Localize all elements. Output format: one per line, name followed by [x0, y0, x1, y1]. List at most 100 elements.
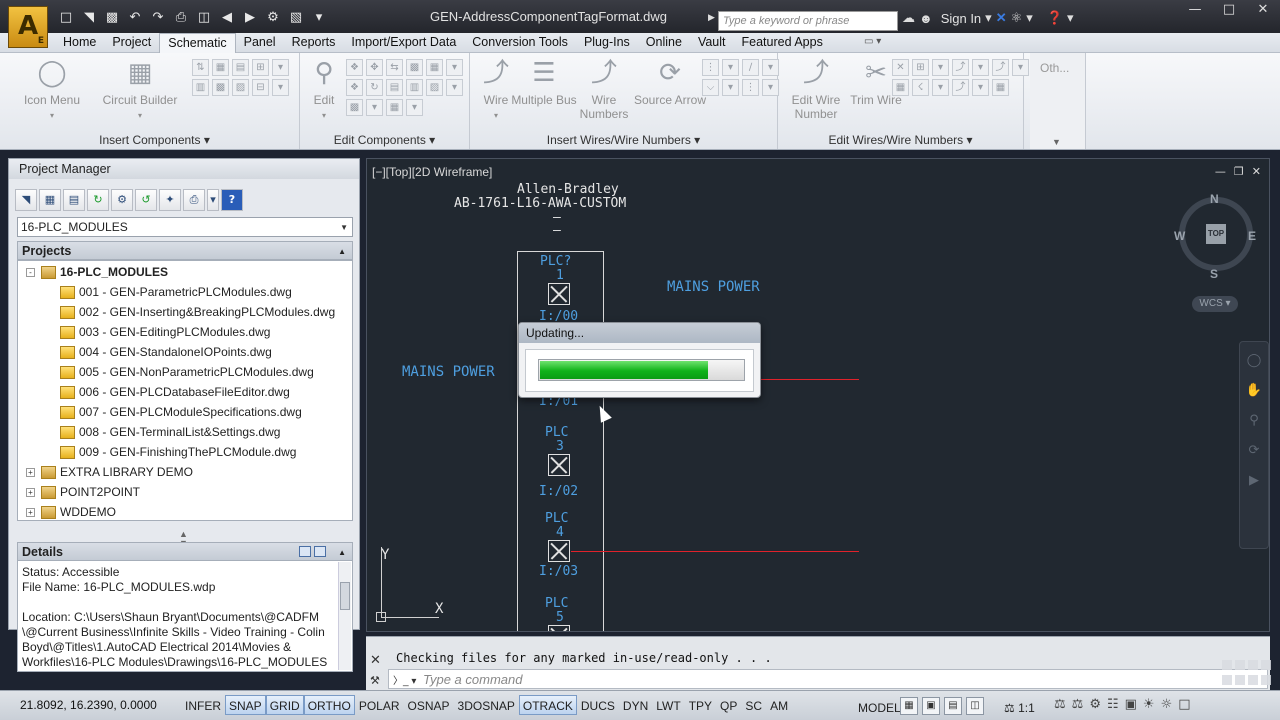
- help-icon[interactable]: ❓: [1047, 10, 1063, 26]
- binoculars-icon[interactable]: ☁: [902, 10, 915, 26]
- wire-line[interactable]: [759, 379, 859, 380]
- wcs-menu[interactable]: WCS ▾: [1192, 296, 1238, 312]
- tab-home[interactable]: Home: [55, 33, 104, 53]
- refresh-icon[interactable]: ↻: [87, 189, 109, 211]
- expand-icon[interactable]: +: [26, 507, 35, 517]
- sign-in-link[interactable]: Sign In: [941, 11, 981, 26]
- close-icon[interactable]: ✕: [370, 653, 381, 668]
- insert-tool-icon[interactable]: ▩: [212, 79, 229, 96]
- tree-drawing-item[interactable]: 001 - GEN-ParametricPLCModules.dwg: [60, 282, 292, 302]
- tab-featured-apps[interactable]: Featured Apps: [734, 33, 831, 53]
- dropdown-icon[interactable]: ▾: [1067, 10, 1074, 26]
- insert-tool-icon[interactable]: ▨: [232, 79, 249, 96]
- grid-display-icon[interactable]: ▦: [900, 697, 918, 715]
- command-input[interactable]: [423, 671, 1223, 687]
- tree-drawing-item[interactable]: 008 - GEN-TerminalList&Settings.dwg: [60, 422, 280, 442]
- tab-vault[interactable]: Vault: [690, 33, 734, 53]
- tab-schematic[interactable]: Schematic: [159, 33, 236, 53]
- tree-project-item[interactable]: + WDDEMO: [26, 502, 116, 522]
- edit-tool-icon[interactable]: ✥: [366, 59, 383, 76]
- compass-west[interactable]: W: [1174, 229, 1185, 243]
- edit-tool-icon[interactable]: ▥: [406, 79, 423, 96]
- insert-tool-icon[interactable]: ▤: [232, 59, 249, 76]
- details-section-header[interactable]: Details ▲: [17, 542, 353, 561]
- project-wide-update-icon[interactable]: ⚙: [263, 8, 283, 28]
- next-drawing-icon[interactable]: ▶: [240, 8, 260, 28]
- tab-reports[interactable]: Reports: [284, 33, 344, 53]
- quick-view-drawings-icon[interactable]: ▤: [944, 697, 962, 715]
- other-panel-expand-icon[interactable]: ▼: [1052, 137, 1061, 147]
- annotation-visibility-icon[interactable]: ⚖: [1054, 697, 1066, 712]
- source-arrow-button[interactable]: ⟳ Source Arrow: [632, 57, 708, 107]
- tree-drawing-item[interactable]: 002 - GEN-Inserting&BreakingPLCModules.d…: [60, 302, 335, 322]
- collapse-icon[interactable]: ▲: [338, 548, 346, 557]
- steering-wheel-icon[interactable]: ◯: [1243, 350, 1265, 372]
- panel-title-insert-wires[interactable]: Insert Wires/Wire Numbers: [470, 133, 777, 147]
- edit-wire-tool-icon[interactable]: ▦: [992, 79, 1009, 96]
- new-file-icon[interactable]: □: [56, 8, 76, 28]
- drawing-canvas[interactable]: [−][Top][2D Wireframe] — ❐ ✕ Allen-Bradl…: [366, 158, 1270, 632]
- wire-tool-icon[interactable]: ▾: [722, 59, 739, 76]
- tab-project[interactable]: Project: [104, 33, 159, 53]
- edit-wire-tool-icon[interactable]: ▾: [972, 79, 989, 96]
- new-drawing-icon[interactable]: ▤: [63, 189, 85, 211]
- open-folder-icon[interactable]: ◥: [79, 8, 99, 28]
- expand-icon[interactable]: +: [26, 467, 35, 477]
- toggle-otrack[interactable]: OTRACK: [518, 695, 577, 715]
- edit-wire-tool-icon[interactable]: ▾: [932, 79, 949, 96]
- toolbar-dropdown-icon[interactable]: ▾: [207, 189, 219, 211]
- compass-east[interactable]: E: [1248, 229, 1256, 243]
- plot-icon[interactable]: ⎙: [171, 8, 191, 28]
- tab-online[interactable]: Online: [638, 33, 690, 53]
- tree-drawing-item[interactable]: 007 - GEN-PLCModuleSpecifications.dwg: [60, 402, 302, 422]
- edit-tool-icon[interactable]: ▦: [386, 99, 403, 116]
- panel-title-edit-wires[interactable]: Edit Wires/Wire Numbers: [778, 133, 1023, 147]
- edit-wire-tool-icon[interactable]: ⊞: [912, 59, 929, 76]
- edit-tool-icon[interactable]: ▩: [346, 99, 363, 116]
- lightbulb-icon[interactable]: ☼: [1161, 697, 1173, 712]
- project-wide-update-icon[interactable]: ↺: [135, 189, 157, 211]
- edit-wire-tool-icon[interactable]: ⤴: [992, 59, 1009, 76]
- scrollbar-thumb[interactable]: [340, 582, 350, 610]
- edit-tool-icon[interactable]: ❖: [346, 59, 363, 76]
- toggle-snap[interactable]: SNAP: [225, 695, 266, 715]
- preview-view-icon[interactable]: [314, 546, 326, 557]
- toggle-qp[interactable]: QP: [716, 695, 741, 715]
- orbit-icon[interactable]: ⟳: [1243, 440, 1265, 462]
- tree-project-item[interactable]: + EXTRA LIBRARY DEMO: [26, 462, 193, 482]
- toggle-ortho[interactable]: ORTHO: [303, 695, 355, 715]
- maximize-icon[interactable]: □: [1212, 0, 1246, 20]
- workspace-switching-icon[interactable]: ⚙: [1089, 697, 1101, 712]
- edit-tool-icon[interactable]: ▾: [406, 99, 423, 116]
- toggle-infer[interactable]: INFER: [181, 695, 225, 715]
- viewcube-compass[interactable]: TOP: [1179, 197, 1253, 271]
- insert-tool-icon[interactable]: ⊟: [252, 79, 269, 96]
- toggle-dyn[interactable]: DYN: [619, 695, 652, 715]
- isolate-objects-icon[interactable]: ☀: [1143, 697, 1155, 712]
- wire-line[interactable]: [571, 551, 859, 552]
- command-prompt-icon[interactable]: 〉_ ▾: [393, 672, 416, 687]
- compass-south[interactable]: S: [1210, 267, 1218, 281]
- details-view-icon[interactable]: [299, 546, 311, 557]
- save-icon[interactable]: ▩: [102, 8, 122, 28]
- layout-icon[interactable]: ◫: [966, 697, 984, 715]
- edit-tool-icon[interactable]: ▾: [366, 99, 383, 116]
- project-properties-icon[interactable]: ⚙: [111, 189, 133, 211]
- workspace-icon[interactable]: ▧: [286, 8, 306, 28]
- help-icon[interactable]: ?: [221, 189, 243, 211]
- details-scrollbar[interactable]: [338, 562, 351, 670]
- wire-numbers-button[interactable]: ⤴ Wire Numbers: [566, 57, 642, 121]
- qat-dropdown-icon[interactable]: ▾: [309, 8, 329, 28]
- collapse-icon[interactable]: -: [26, 267, 35, 277]
- expand-icon[interactable]: +: [26, 487, 35, 497]
- ribbon-minimize-icon[interactable]: ▭ ▾: [864, 36, 881, 47]
- panel-other[interactable]: Oth... ▼: [1030, 53, 1086, 149]
- projects-section-header[interactable]: Projects ▲: [17, 241, 353, 260]
- hardware-acceleration-icon[interactable]: ▣: [1125, 697, 1137, 712]
- toggle-osnap[interactable]: OSNAP: [404, 695, 454, 715]
- dropdown-icon[interactable]: ▾: [1026, 10, 1033, 26]
- zoom-icon[interactable]: ⚲: [1243, 410, 1265, 432]
- toggle-grid[interactable]: GRID: [265, 695, 304, 715]
- dropdown-icon[interactable]: ▾: [985, 10, 992, 26]
- plot-publish-icon[interactable]: ⎙: [183, 189, 205, 211]
